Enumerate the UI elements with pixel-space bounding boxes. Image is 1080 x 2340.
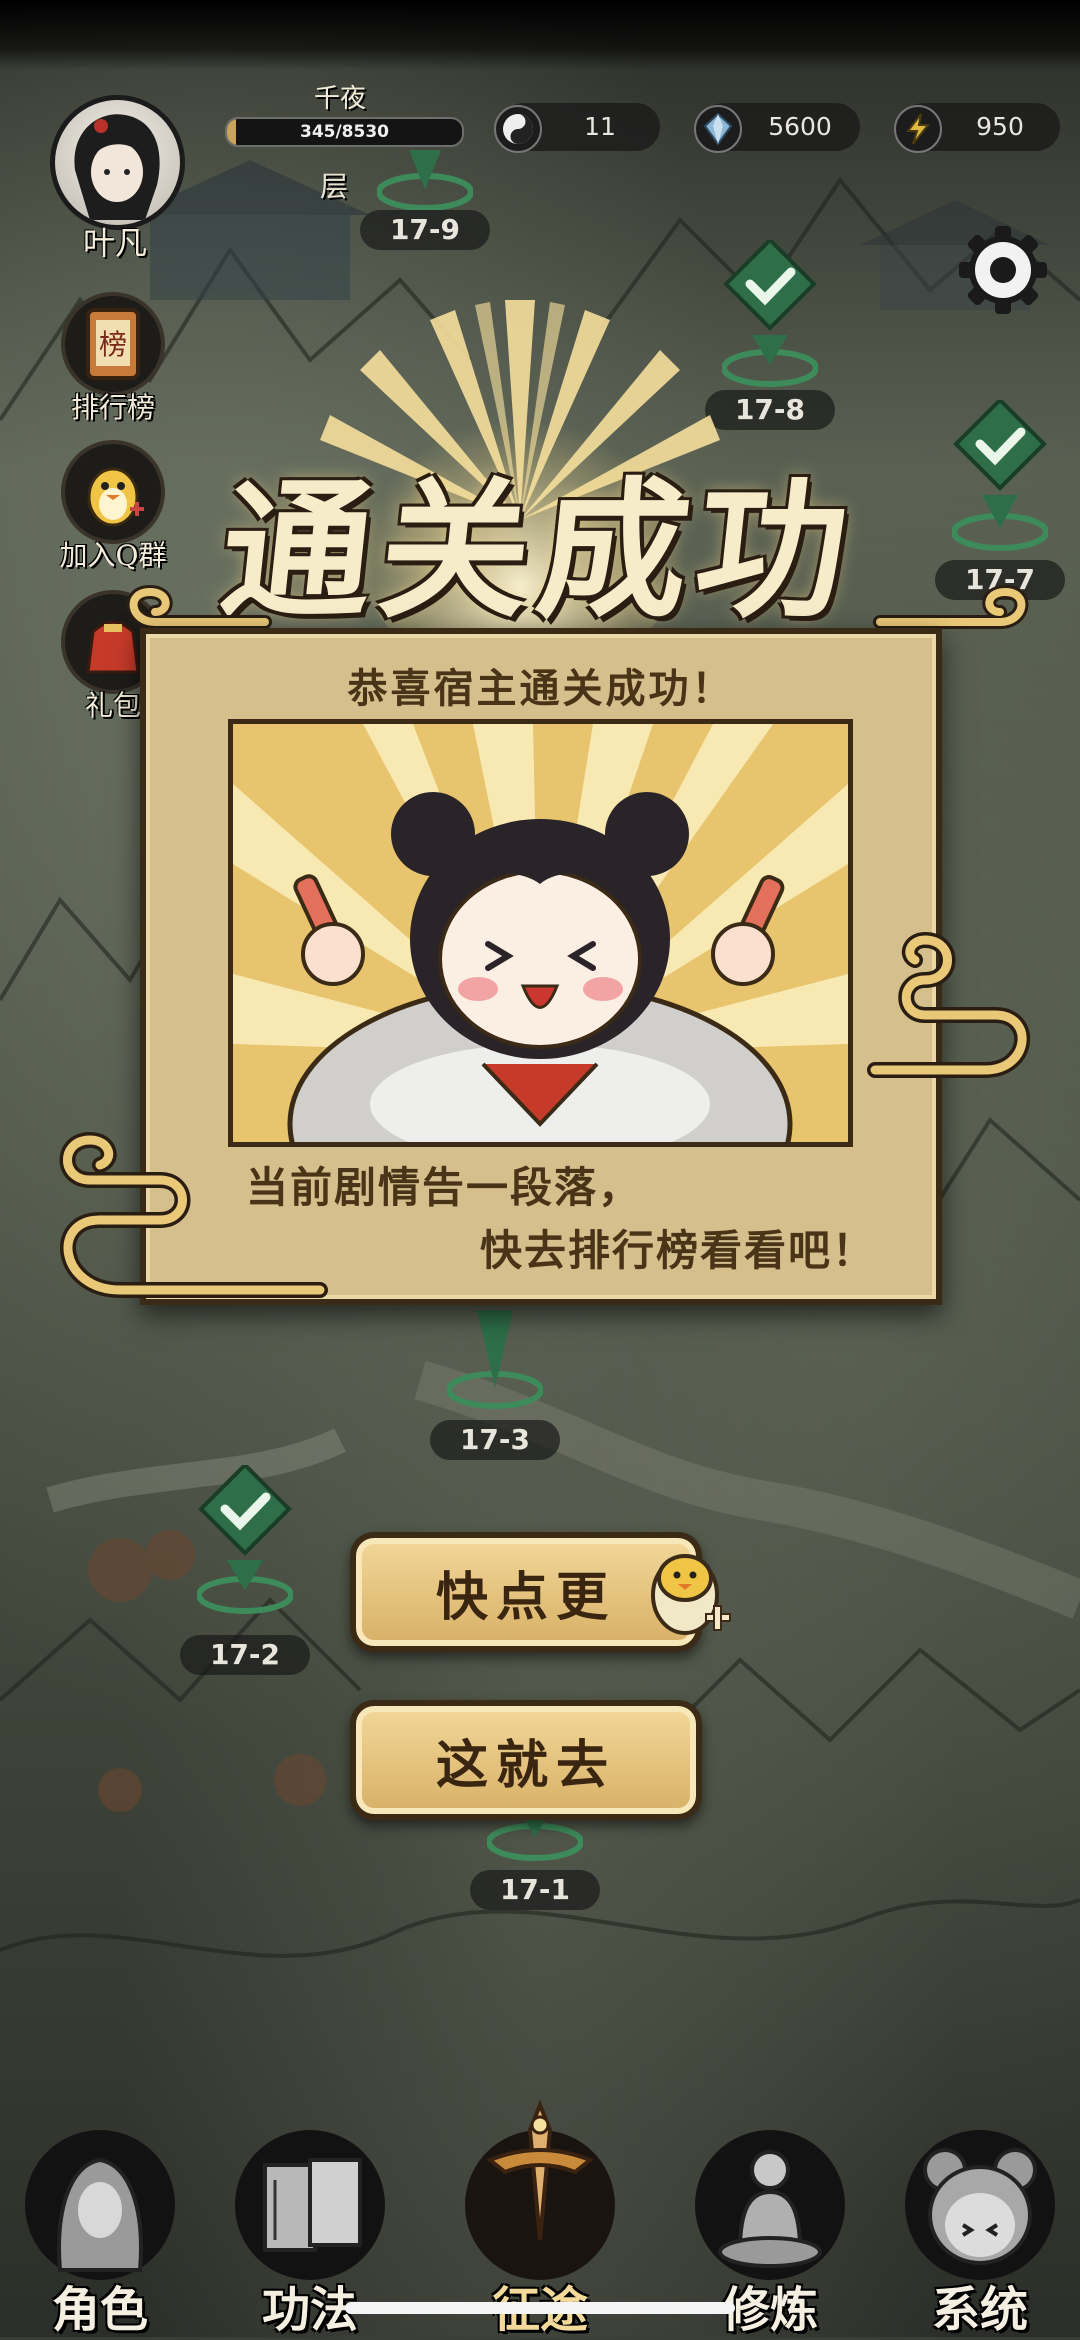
yin-yang-icon [494,105,542,153]
go-now-button[interactable]: 这就去 [350,1700,702,1820]
stage-label: 17-9 [360,210,490,250]
message-line-2: 快去排行榜看看吧！ [479,1226,876,1275]
cloud-swirl-icon [59,1131,328,1298]
resource-energy[interactable]: 950 [894,103,1060,153]
cloud-swirl-icon [867,931,1030,1078]
check-marker-icon [196,1462,294,1635]
check-marker-icon [376,150,474,211]
resource-spirit-crystal[interactable]: 5600 [694,103,860,153]
spirit-crystal-icon [694,105,742,153]
exp-progress-text: 345/8530 [299,122,389,142]
scripture-books-icon [235,2130,385,2280]
stage-node-17-9[interactable]: 17-9 [345,150,505,250]
stage-label: 17-1 [470,1870,600,1910]
player-name: 叶凡 [82,224,147,262]
resource-yin-yang[interactable]: 11 [494,103,660,153]
exp-progress-bar: 345/8530 [225,117,464,147]
nav-tab-character[interactable]: 角色 [5,2110,195,2340]
nav-label: 角色 [51,2282,148,2338]
system-girl-icon [905,2130,1055,2280]
home-indicator [345,2302,735,2314]
resource-value: 950 [976,112,1024,141]
player-avatar[interactable] [50,95,185,230]
qq-penguin-icon [640,1540,735,1640]
bottom-navigation: 角色 功法 征途 修炼 系统 [0,2080,1080,2340]
nav-tab-system[interactable]: 系统 [885,2110,1075,2340]
realm-name: 千夜 [313,84,366,114]
stage-label: 17-3 [430,1420,560,1460]
congrats-subtitle: 恭喜宿主通关成功！ [347,665,735,712]
meditation-icon [695,2130,845,2280]
lightning-energy-icon [894,105,942,153]
hooded-character-icon [25,2130,175,2280]
check-marker-icon [446,1290,544,1420]
layer-label: 层 [320,170,349,203]
sword-emblem-icon [465,2099,615,2280]
resource-value: 5600 [768,112,832,141]
stage-node-17-3[interactable]: 17-3 [415,1290,575,1460]
stage-label: 17-2 [180,1635,310,1675]
nav-label: 系统 [931,2282,1028,2338]
character-portrait-icon [74,114,160,220]
stage-node-17-2[interactable]: 17-2 [165,1462,325,1675]
resource-value: 11 [584,112,616,141]
celebration-illustration [228,719,853,1147]
status-bar-shade [0,0,1080,70]
